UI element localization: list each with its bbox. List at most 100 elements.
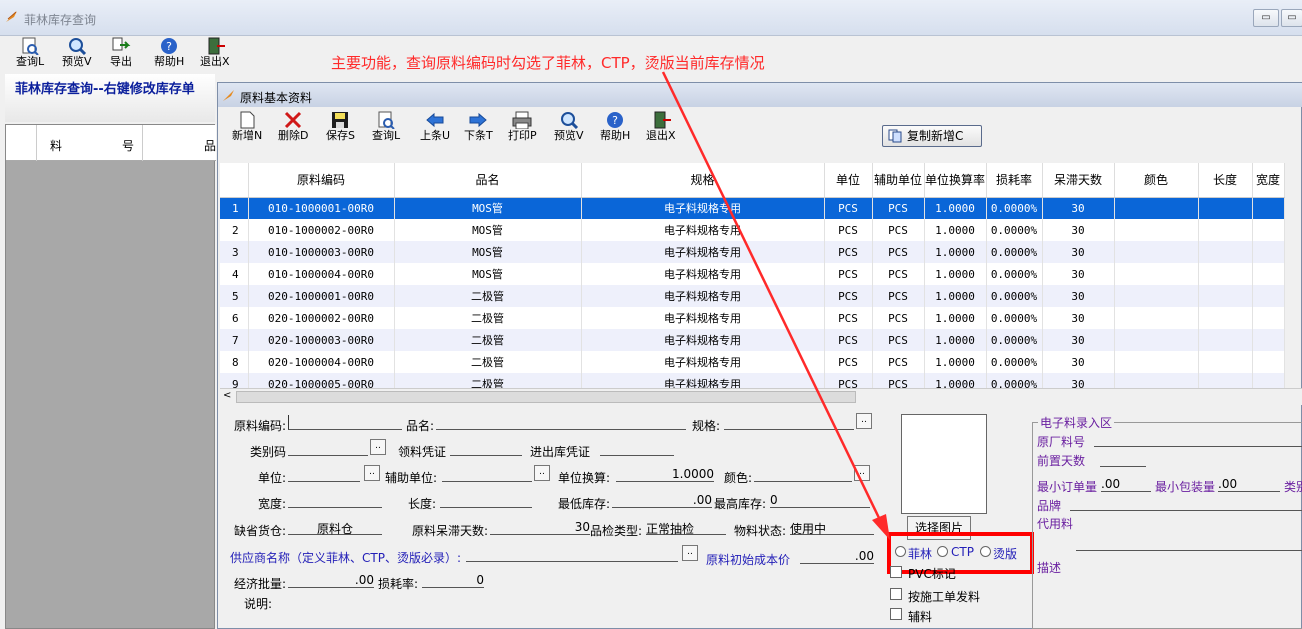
spec-field[interactable] [724,415,854,430]
table-row[interactable]: 7 020-1000003-00R0 二极管 电子料规格专用 PCS PCS 1.0000 0… [220,329,1285,351]
stale-field[interactable]: 30 [490,520,590,535]
inner_toolbar-button-4[interactable]: 上条U [420,111,450,143]
code-field[interactable] [288,415,402,430]
min-stock-field[interactable]: .00 [612,493,712,508]
inner_toolbar-button-9[interactable]: 退出X [646,111,676,143]
color-field[interactable] [754,467,852,482]
table-cell: PCS [824,307,873,329]
aux-unit-field[interactable] [442,467,532,482]
inner_toolbar-button-0[interactable]: 新增N [232,111,262,143]
io-field[interactable] [600,441,674,456]
outer_toolbar-button-4[interactable]: 退出X [200,37,230,69]
max-stock-field[interactable]: 0 [770,493,870,508]
qc-field[interactable]: 正常抽检 [646,520,726,536]
column-header[interactable]: 单位换算率 [924,163,987,198]
loss-field[interactable]: 0 [422,573,484,588]
lead-days-field[interactable] [1100,452,1146,467]
inner_toolbar-button-5[interactable]: 下条T [464,111,493,143]
column-header[interactable]: 宽度 [1252,163,1285,198]
init-cost-field[interactable]: .00 [800,549,874,564]
column-header[interactable]: 原料编码 [248,163,395,198]
column-header[interactable]: 呆滞天数 [1042,163,1115,198]
outer_toolbar-button-0[interactable]: 查询L [16,37,44,69]
aux-unit-label: 辅助单位: [385,471,438,485]
table-row[interactable]: 6 020-1000002-00R0 二极管 电子料规格专用 PCS PCS 1.0000 0… [220,307,1285,329]
column-header[interactable]: 品名 [394,163,582,198]
column-header[interactable]: 规格 [581,163,825,198]
inner_toolbar-button-6[interactable]: 打印P [508,111,537,143]
table-cell: 020-1000003-00R0 [248,329,395,351]
help-icon: ? [607,112,624,128]
eco-batch-field[interactable]: .00 [288,573,374,588]
aux-unit-lookup-button[interactable]: .. [534,465,550,481]
proxy-field[interactable] [1076,536,1302,551]
spec-lookup-button[interactable]: .. [856,413,872,429]
minimize-button[interactable]: ▭ [1253,9,1279,27]
color-lookup-button[interactable]: .. [854,465,870,481]
doc-search-icon [22,37,39,55]
inner_toolbar-button-8[interactable]: ? 帮助H [600,111,630,143]
horizontal-scrollbar[interactable]: < [220,388,1302,405]
table-row[interactable]: 2 010-1000002-00R0 MOS管 电子料规格专用 PCS PCS 1.0000… [220,219,1285,241]
supplier-lookup-button[interactable]: .. [682,545,698,561]
row-index: 7 [220,329,249,351]
category-lookup-button[interactable]: .. [370,439,386,455]
aux-mat-checkbox[interactable] [890,608,902,620]
length-field[interactable] [440,493,532,508]
table-cell: PCS [872,285,925,307]
work-order-checkbox[interactable] [890,588,902,600]
column-header[interactable]: 单位 [824,163,873,198]
table-cell: 1.0000 [924,219,987,241]
width-field[interactable] [288,493,382,508]
sidebar-grid[interactable]: 料 号 品 [5,124,216,629]
length-label: 长度: [408,497,437,511]
mfr-part-field[interactable] [1094,432,1302,447]
copy-new-button[interactable]: 复制新增C [882,125,982,147]
outer_toolbar-button-1[interactable]: 预览V [62,37,92,69]
table-row[interactable]: 1 010-1000001-00R0 MOS管 电子料规格专用 PCS PCS 1.0000… [220,197,1285,219]
conv-field[interactable]: 1.0000 [616,467,714,482]
category-field[interactable] [288,441,368,456]
supplier-field[interactable] [466,547,678,562]
table-cell: 电子料规格专用 [581,197,825,219]
inner_toolbar-button-1[interactable]: 删除D [278,111,308,143]
table-cell [1198,241,1253,263]
column-header[interactable]: 损耗率 [986,163,1043,198]
status-field[interactable]: 使用中 [790,520,874,536]
table-row[interactable]: 5 020-1000001-00R0 二极管 电子料规格专用 PCS PCS 1.0000 0… [220,285,1285,307]
brand-field[interactable] [1070,496,1302,511]
table-cell: MOS管 [394,241,582,263]
issue-field[interactable] [450,441,522,456]
table-row[interactable]: 8 020-1000004-00R0 二极管 电子料规格专用 PCS PCS 1.0000 0… [220,351,1285,373]
table-row[interactable]: 3 010-1000003-00R0 MOS管 电子料规格专用 PCS PCS 1.0000… [220,241,1285,263]
min-order-field[interactable]: .00 [1101,477,1151,492]
inner_toolbar-button-3[interactable]: 查询L [372,111,400,143]
unit-lookup-button[interactable]: .. [364,465,380,481]
inner_toolbar-button-2[interactable]: 保存S [326,111,355,143]
pvc-checkbox[interactable] [890,566,902,578]
table-row[interactable]: 4 010-1000004-00R0 MOS管 电子料规格专用 PCS PCS 1.0000… [220,263,1285,285]
column-header[interactable]: 长度 [1198,163,1253,198]
outer_toolbar-button-3[interactable]: ? 帮助H [154,37,184,69]
table-cell [1252,219,1285,241]
table-cell: PCS [872,219,925,241]
table-cell [1252,329,1285,351]
inner_toolbar-button-7[interactable]: 预览V [554,111,584,143]
scrollbar-thumb[interactable] [236,391,856,403]
magnifier-icon [560,112,578,129]
inner_toolbar-label-6: 打印P [508,129,537,142]
unit-field[interactable] [288,467,360,482]
column-header[interactable]: 辅助单位 [872,163,925,198]
scroll-left-icon[interactable]: < [223,390,231,401]
outer_toolbar-button-2[interactable]: 导出 [110,37,132,69]
loss-label: 损耗率: [378,577,419,591]
table-cell: PCS [872,197,925,219]
name-field[interactable] [436,415,686,430]
arrow-left-icon [426,112,444,128]
default-wh-field[interactable]: 原料仓 [288,520,382,536]
printer-icon [512,111,532,129]
column-header[interactable]: 颜色 [1114,163,1199,198]
min-pack-field[interactable]: .00 [1218,477,1280,492]
name-label: 品名: [406,419,435,433]
restore-button[interactable]: ▭ [1281,9,1302,27]
